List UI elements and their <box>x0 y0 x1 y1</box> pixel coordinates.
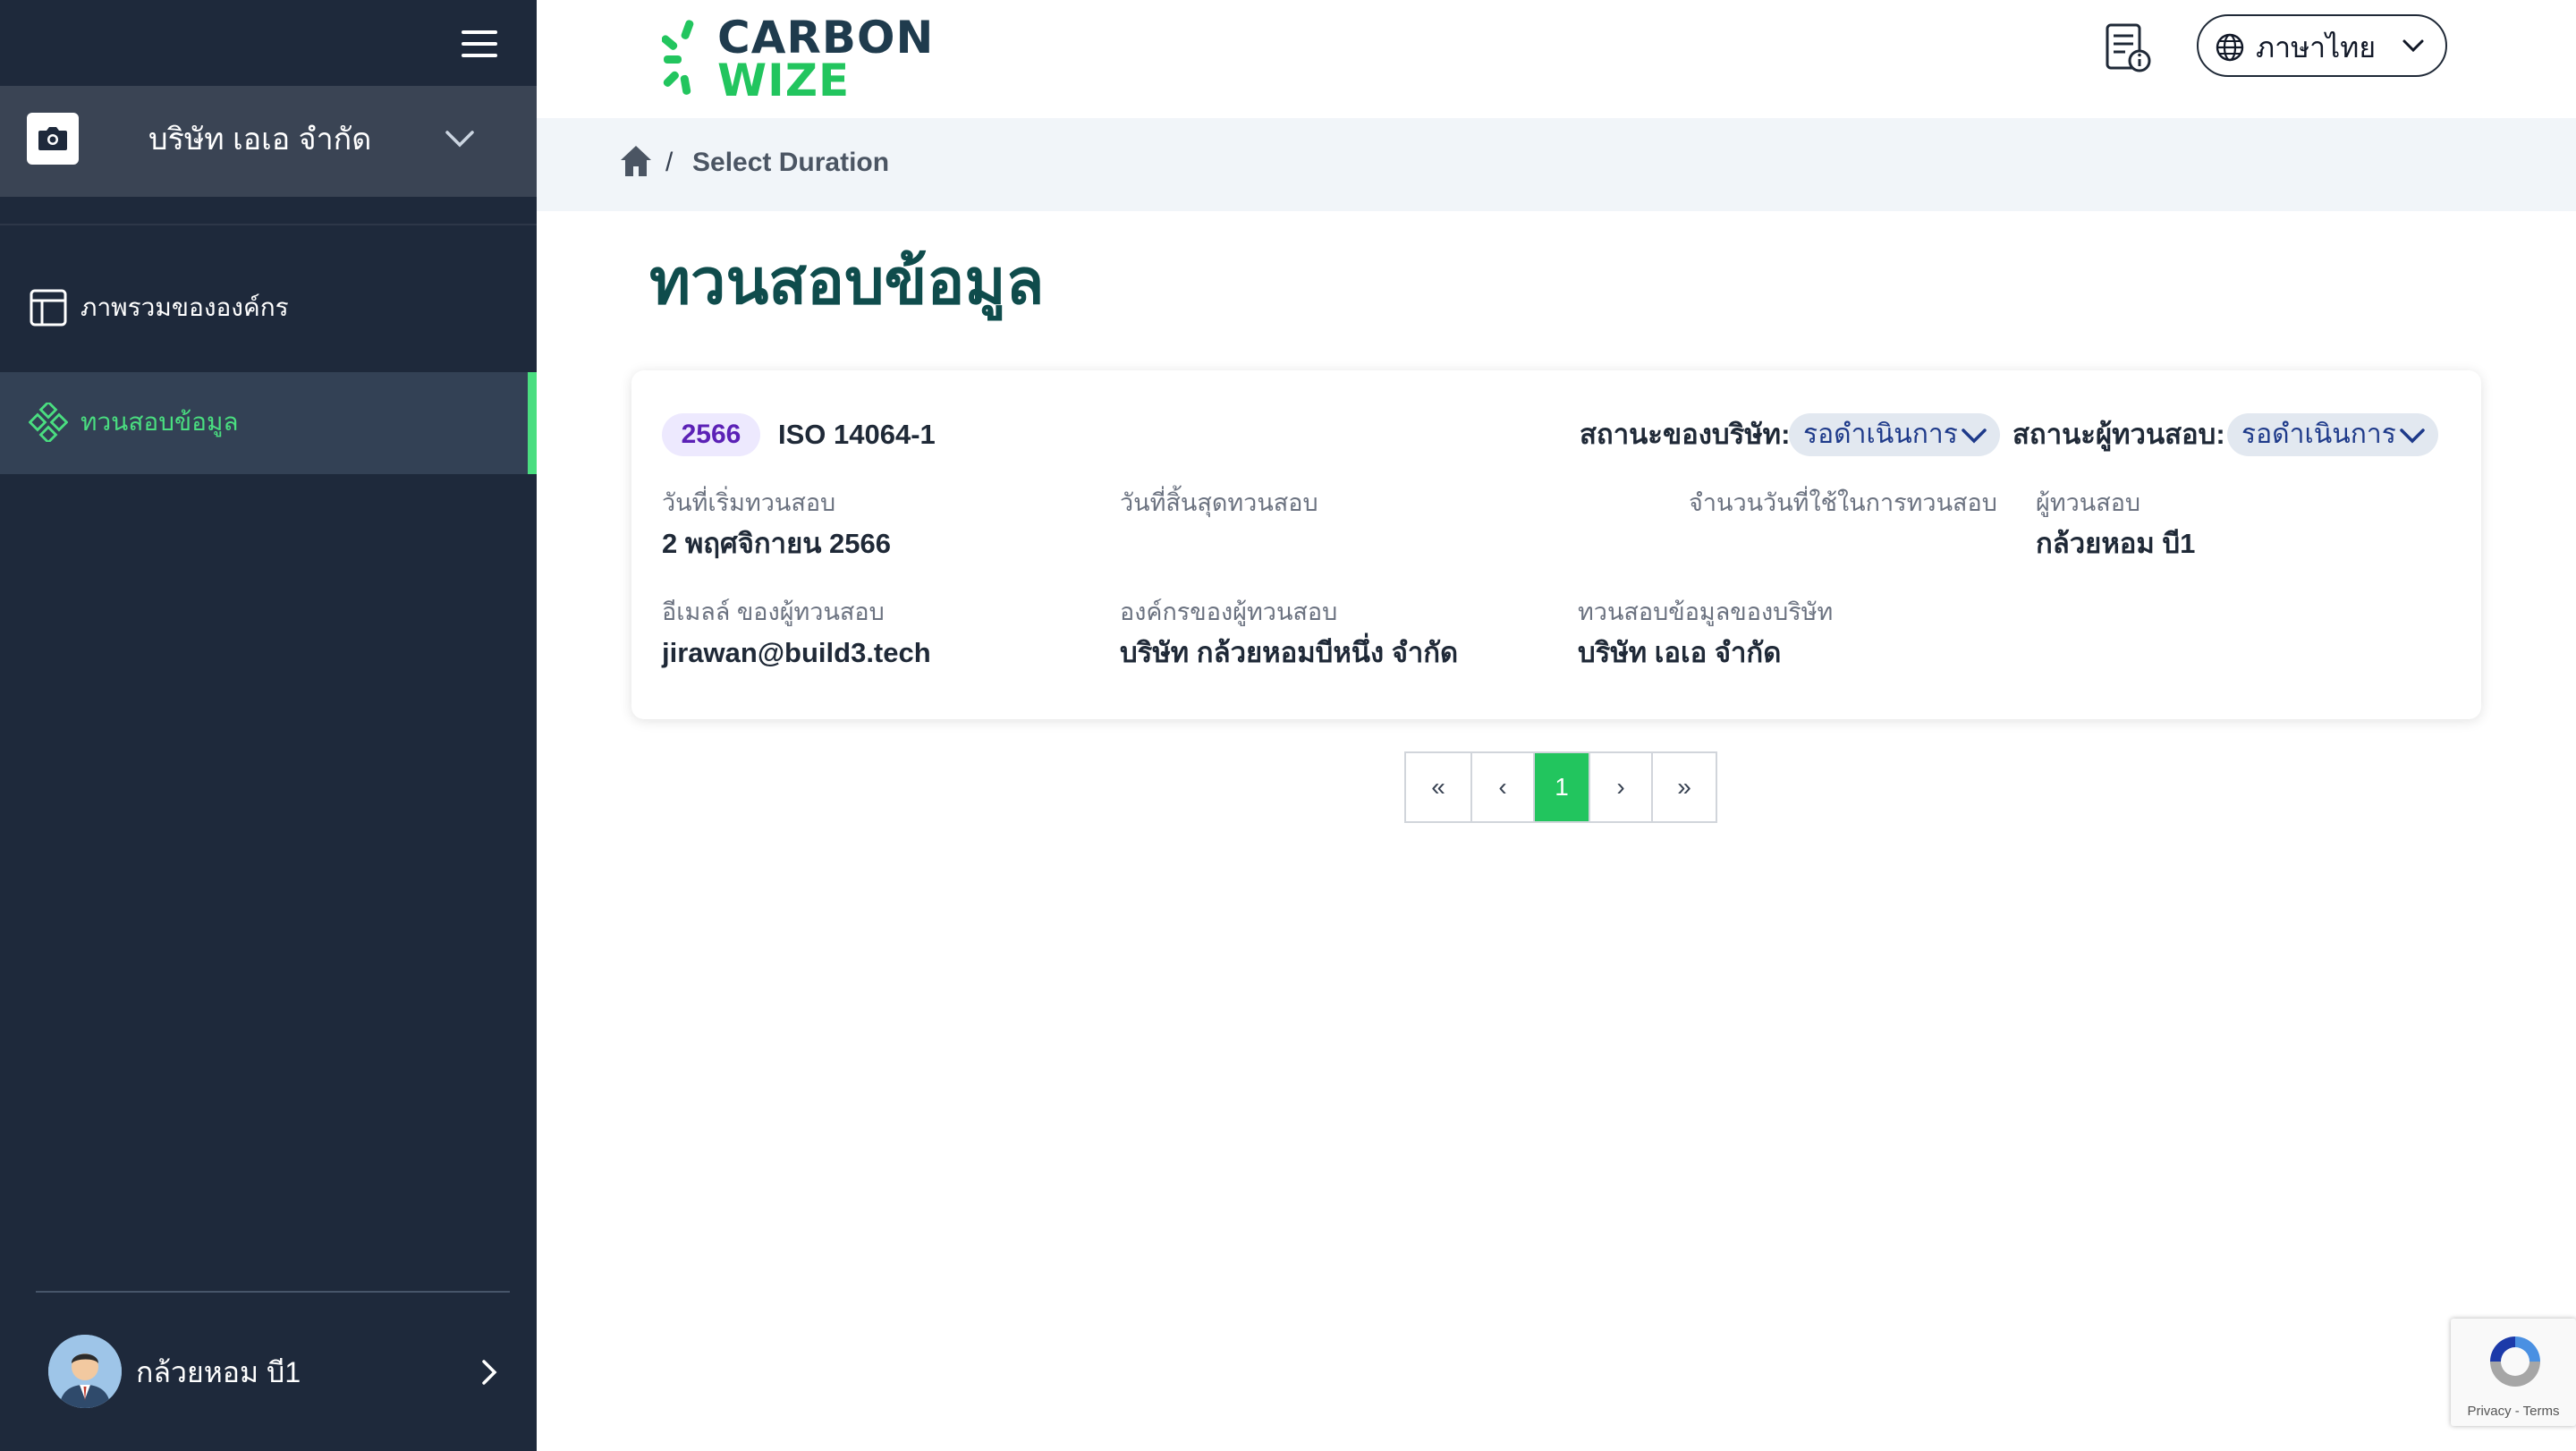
verifier-email-label: อีเมลล์ ของผู้ทวนสอบ <box>662 598 885 625</box>
language-label: ภาษาไทย <box>2256 31 2377 64</box>
company-switcher[interactable]: บริษัท เอเอ จำกัด <box>0 86 537 197</box>
page-number-button[interactable]: 1 <box>1535 753 1590 821</box>
recaptcha-badge[interactable]: Privacy - Terms <box>2451 1319 2576 1426</box>
verifier-org-label: องค์กรของผู้ทวนสอบ <box>1120 598 1338 625</box>
layout-icon <box>29 288 68 327</box>
brand-logo[interactable]: CARBON WIZE <box>662 15 933 103</box>
verifier-org-value: บริษัท กล้วยหอมบีหนึ่ง จำกัด <box>1120 637 1459 668</box>
start-date-label: วันที่เริ่มทวนสอบ <box>662 489 836 516</box>
brand-line-1: CARBON <box>717 12 935 64</box>
page-last-button[interactable]: » <box>1653 753 1716 821</box>
breadcrumb: / Select Duration <box>537 118 2576 211</box>
user-profile[interactable]: กล้วยหอม บี1 <box>0 1322 537 1421</box>
company-status-value: รอดำเนินการ <box>1803 420 1958 449</box>
breadcrumb-separator: / <box>665 148 674 177</box>
start-date-value: 2 พฤศจิกายน 2566 <box>662 528 892 559</box>
sidebar-item-overview[interactable]: ภาพรวมขององค์กร <box>0 258 537 360</box>
camera-icon <box>27 113 79 165</box>
sidebar-divider <box>36 1291 510 1293</box>
recaptcha-icon <box>2483 1329 2547 1394</box>
company-status-label: สถานะของบริษัท: <box>1580 419 1791 450</box>
verifier-email-value: jirawan@build3.tech <box>662 637 931 668</box>
verifier-status-label: สถานะผู้ทวนสอบ: <box>2012 419 2225 450</box>
verifier-status-dropdown[interactable]: รอดำเนินการ <box>2227 413 2438 456</box>
chevron-down-icon <box>1962 429 1987 444</box>
page-prev-button[interactable]: ‹ <box>1472 753 1535 821</box>
company-status-dropdown[interactable]: รอดำเนินการ <box>1789 413 2000 456</box>
page-first-button[interactable]: « <box>1406 753 1472 821</box>
verified-company-label: ทวนสอบข้อมูลของบริษัท <box>1578 598 1834 625</box>
company-name: บริษัท เอเอ จำกัด <box>148 123 372 157</box>
sidebar-divider <box>0 224 537 225</box>
page-next-button[interactable]: › <box>1590 753 1653 821</box>
brand-wordmark: CARBON WIZE <box>717 12 935 106</box>
sidebar-item-label: ภาพรวมขององค์กร <box>80 293 289 321</box>
home-icon[interactable] <box>619 143 653 179</box>
globe-icon <box>2215 32 2245 63</box>
language-select[interactable]: ภาษาไทย <box>2197 14 2447 77</box>
document-info-icon[interactable] <box>2104 21 2152 73</box>
chevron-right-icon <box>476 1354 503 1390</box>
brand-line-2: WIZE <box>717 55 851 106</box>
user-name: กล้วยหอม บี1 <box>136 1356 301 1388</box>
hamburger-menu-icon[interactable] <box>462 30 497 61</box>
chevron-down-icon <box>2400 429 2425 444</box>
pagination: « ‹ 1 › » <box>1404 751 1717 823</box>
verification-card[interactable]: 2566 ISO 14064-1 สถานะของบริษัท: รอดำเนิ… <box>631 370 2481 719</box>
breadcrumb-current: Select Duration <box>692 148 890 177</box>
end-date-label: วันที่สิ้นสุดทวนสอบ <box>1120 489 1318 516</box>
verified-company-value: บริษัท เอเอ จำกัด <box>1578 637 1782 668</box>
year-badge: 2566 <box>662 413 760 456</box>
standard-label: ISO 14064-1 <box>778 419 936 450</box>
verifier-value: กล้วยหอม บี1 <box>2036 528 2196 559</box>
sidebar-item-label: ทวนสอบข้อมูล <box>80 408 239 436</box>
duration-days-label: จำนวนวันที่ใช้ในการทวนสอบ <box>1689 489 1997 516</box>
diamond-grid-icon <box>28 400 69 445</box>
recaptcha-links[interactable]: Privacy - Terms <box>2451 1403 2576 1421</box>
avatar <box>48 1335 122 1408</box>
verifier-label: ผู้ทวนสอบ <box>2036 489 2141 516</box>
sidebar-item-verify[interactable]: ทวนสอบข้อมูล <box>0 372 537 474</box>
verifier-status-value: รอดำเนินการ <box>2241 420 2396 449</box>
page-title: ทวนสอบข้อมูล <box>649 245 1045 318</box>
active-indicator <box>528 372 537 474</box>
chevron-down-icon <box>442 125 478 152</box>
sidebar: บริษัท เอเอ จำกัด ภาพรวมขององค์กร ทวนสอบ… <box>0 0 537 1451</box>
chevron-down-icon <box>2401 36 2426 57</box>
carbon-wize-mark-icon <box>662 20 694 95</box>
top-header: CARBON WIZE ภาษาไทย <box>537 0 2576 118</box>
